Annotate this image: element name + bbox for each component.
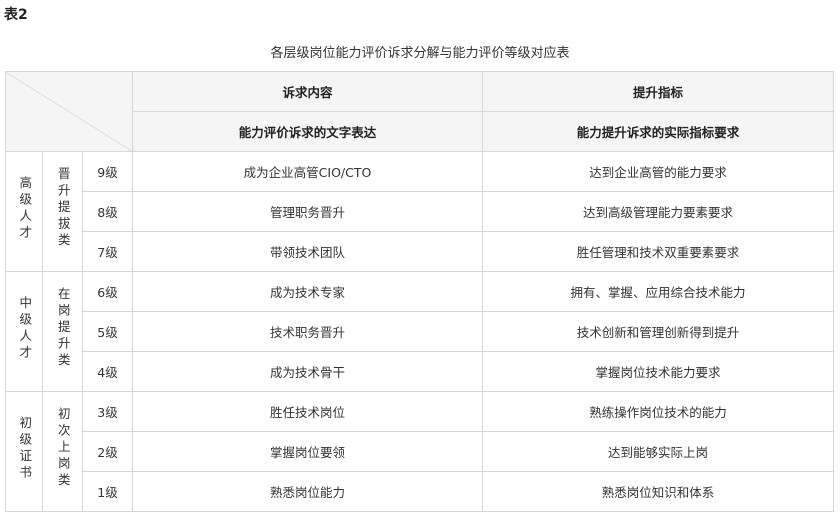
level-cell: 8级: [82, 191, 133, 232]
talent-tier-cell: 高级人才: [5, 151, 43, 272]
indicator-cell: 掌握岗位技术能力要求: [482, 351, 834, 392]
indicator-cell: 达到高级管理能力要素要求: [482, 191, 834, 232]
indicator-cell: 胜任管理和技术双重要素要求: [482, 231, 834, 272]
table-row: 高级人才 晋升提拔类 9级 成为企业高管CIO/CTO 达到企业高管的能力要求: [5, 151, 834, 272]
table-row: 1级 熟悉岗位能力 熟悉岗位知识和体系: [6, 471, 834, 512]
appeal-cell: 带领技术团队: [132, 231, 483, 272]
table-row: 2级 掌握岗位要领 达到能够实际上岗: [6, 431, 834, 472]
appeal-cell: 熟悉岗位能力: [132, 471, 483, 512]
indicator-cell: 达到能够实际上岗: [482, 431, 834, 472]
appeal-cell: 成为技术骨干: [132, 351, 483, 392]
indicator-cell: 技术创新和管理创新得到提升: [482, 311, 834, 352]
level-cell: 6级: [82, 271, 133, 312]
talent-tier-cell: 初级证书: [5, 391, 43, 512]
table-row: 7级 带领技术团队 胜任管理和技术双重要素要求: [6, 231, 834, 272]
indicator-cell: 拥有、掌握、应用综合技术能力: [482, 271, 834, 312]
table-row: 8级 管理职务晋升 达到高级管理能力要素要求: [6, 191, 834, 232]
level-cell: 1级: [82, 471, 133, 512]
level-cell: 2级: [82, 431, 133, 472]
indicator-cell: 熟练操作岗位技术的能力: [482, 391, 834, 432]
appeal-cell: 成为企业高管CIO/CTO: [132, 151, 483, 192]
level-cell: 3级: [82, 391, 133, 432]
talent-tier-cell: 中级人才: [5, 271, 43, 392]
subheader-appeal-expression: 能力评价诉求的文字表达: [132, 111, 483, 152]
table-row: 初级证书 初次上岗类 3级 胜任技术岗位 熟练操作岗位技术的能力: [5, 391, 834, 512]
category-cell: 在岗提升类: [42, 271, 83, 392]
level-cell: 9级: [82, 151, 133, 192]
table-caption: 各层级岗位能力评价诉求分解与能力评价等级对应表: [270, 46, 570, 61]
level-cell: 4级: [82, 351, 133, 392]
indicator-cell: 熟悉岗位知识和体系: [482, 471, 834, 512]
subheader-indicator-requirement: 能力提升诉求的实际指标要求: [482, 111, 834, 152]
table-row: 5级 技术职务晋升 技术创新和管理创新得到提升: [6, 311, 834, 352]
table-row: 4级 成为技术骨干 掌握岗位技术能力要求: [6, 351, 834, 392]
appeal-cell: 技术职务晋升: [132, 311, 483, 352]
header-improvement-indicator: 提升指标: [482, 71, 834, 112]
header-row-1: 诉求内容 提升指标: [5, 71, 834, 152]
category-cell: 晋升提拔类: [42, 151, 83, 272]
appeal-cell: 管理职务晋升: [132, 191, 483, 232]
ability-level-table: 诉求内容 提升指标 能力评价诉求的文字表达 能力提升诉求的实际指标要求 高级人才…: [5, 71, 834, 512]
document-label: 表2: [4, 7, 28, 23]
level-cell: 5级: [82, 311, 133, 352]
category-cell: 初次上岗类: [42, 391, 83, 512]
appeal-cell: 成为技术专家: [132, 271, 483, 312]
header-appeal-content: 诉求内容: [132, 71, 483, 112]
appeal-cell: 胜任技术岗位: [132, 391, 483, 432]
level-cell: 7级: [82, 231, 133, 272]
table-row: 中级人才 在岗提升类 6级 成为技术专家 拥有、掌握、应用综合技术能力: [5, 271, 834, 392]
appeal-cell: 掌握岗位要领: [132, 431, 483, 472]
corner-diagonal-cell: [5, 71, 133, 152]
indicator-cell: 达到企业高管的能力要求: [482, 151, 834, 192]
